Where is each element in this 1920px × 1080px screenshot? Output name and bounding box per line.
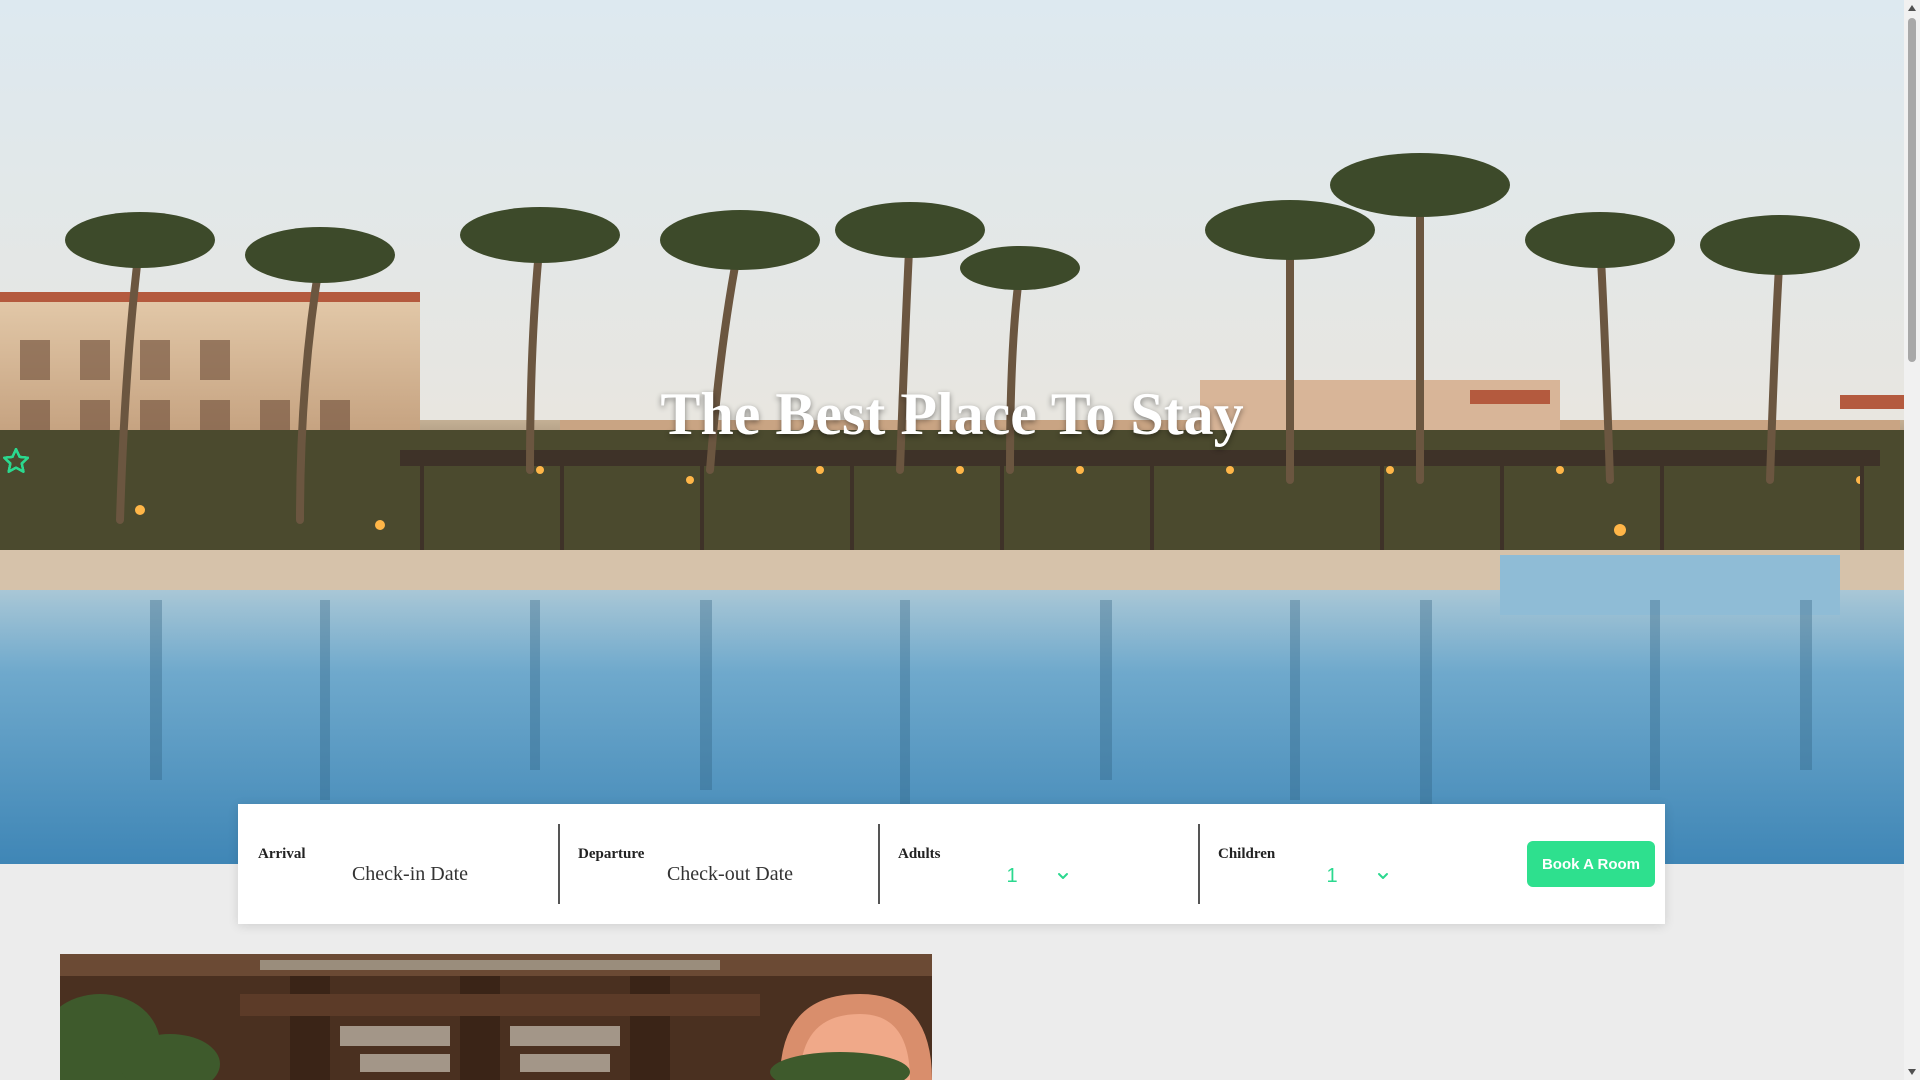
- star-rating: [0, 446, 1904, 486]
- page: The Best Place To Stay Arrival Departure…: [0, 0, 1920, 1080]
- adults-field: Adults 1: [878, 824, 1200, 904]
- booking-form: Arrival Departure Adults 1 Children 1 Bo…: [238, 804, 1665, 924]
- scrollbar-thumb[interactable]: [1908, 18, 1916, 362]
- check-in-date-input[interactable]: [298, 862, 522, 887]
- adults-select[interactable]: 1: [978, 862, 1098, 890]
- hero-banner: The Best Place To Stay: [0, 0, 1904, 864]
- adults-label: Adults: [898, 846, 941, 862]
- arrival-field: Arrival: [238, 824, 560, 904]
- scroll-up-arrow-icon[interactable]: [1904, 0, 1920, 16]
- departure-label: Departure: [578, 846, 645, 862]
- adults-value: 1: [1006, 864, 1018, 887]
- arrival-label: Arrival: [258, 846, 306, 862]
- children-field: Children 1: [1198, 824, 1518, 904]
- children-value: 1: [1326, 864, 1338, 887]
- book-a-room-button[interactable]: Book A Room: [1527, 841, 1655, 887]
- interior-image: [60, 954, 932, 1080]
- interior-photo: [60, 954, 932, 1080]
- chevron-down-icon: [1057, 873, 1068, 879]
- check-out-date-input[interactable]: [618, 862, 842, 887]
- children-select[interactable]: 1: [1298, 862, 1418, 890]
- children-label: Children: [1218, 846, 1276, 862]
- scroll-down-arrow-icon[interactable]: [1904, 1064, 1920, 1080]
- hero-title: The Best Place To Stay: [660, 381, 1244, 447]
- vertical-scrollbar[interactable]: [1904, 0, 1920, 1080]
- chevron-down-icon: [1377, 873, 1388, 879]
- departure-field: Departure: [558, 824, 880, 904]
- star-outline-icon: [3, 448, 29, 473]
